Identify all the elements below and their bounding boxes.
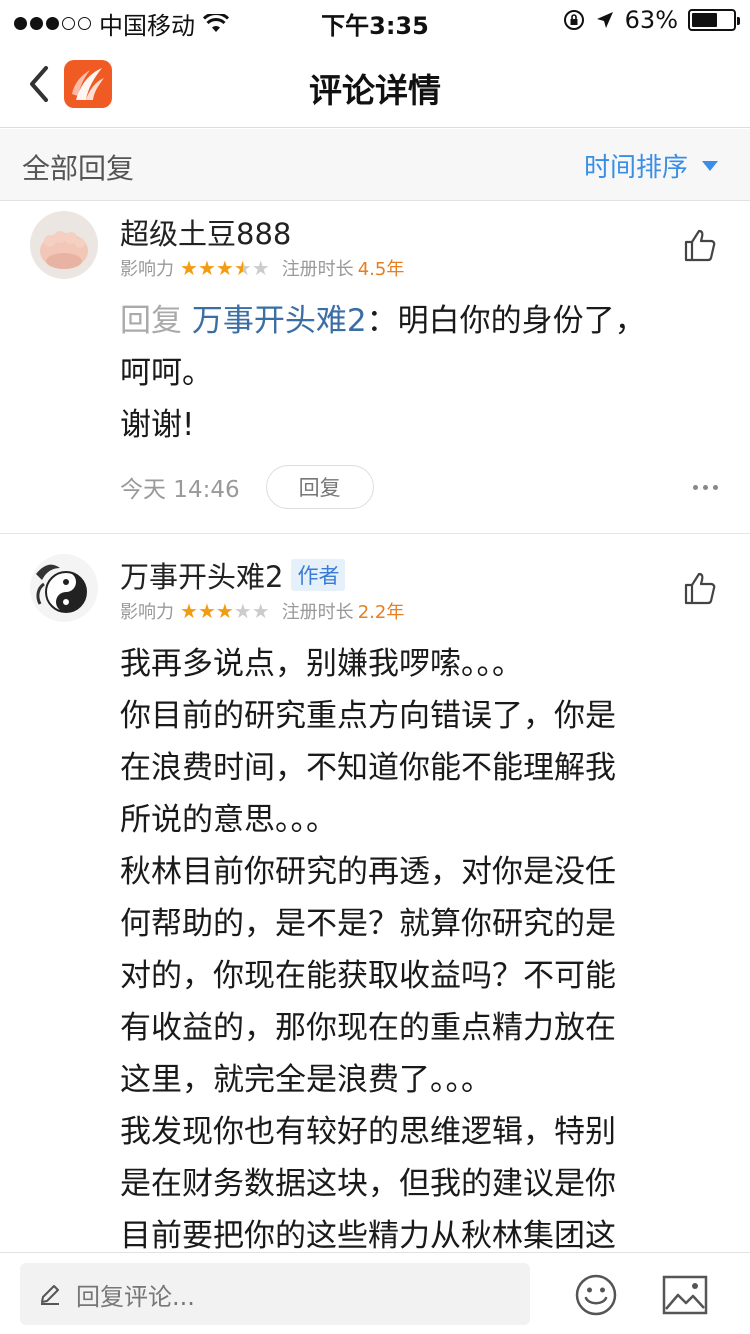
comment-line: 这里，就完全是浪费了。。。 xyxy=(120,1062,492,1098)
star-icon: ★ xyxy=(251,599,270,623)
username-text: 超级土豆888 xyxy=(120,217,292,251)
section-header: 全部回复 时间排序 xyxy=(0,129,750,201)
sort-dropdown[interactable]: 时间排序 xyxy=(584,147,718,184)
battery-icon xyxy=(688,9,740,31)
reg-label: 注册时长 xyxy=(281,602,354,623)
avatar[interactable] xyxy=(30,554,98,622)
star-icon: ★ xyxy=(251,256,270,280)
more-options-icon[interactable] xyxy=(693,485,718,490)
bottom-bar: 回复评论... xyxy=(0,1252,750,1334)
reg-value: 2.2年 xyxy=(357,602,405,623)
star-icon: ★ xyxy=(197,599,216,623)
comment-line: 你目前的研究重点方向错误了，你是 xyxy=(120,698,616,734)
comment-line: 我再多说点，别嫌我啰嗦。。。 xyxy=(120,646,523,682)
status-bar: 中国移动 下午3:35 63% xyxy=(0,0,750,40)
reply-separator: ： xyxy=(366,303,398,339)
thumbs-up-icon[interactable] xyxy=(682,570,718,606)
influence-stars: ★ ★ ★ ★ ★ xyxy=(180,601,270,621)
star-icon: ★ xyxy=(215,256,234,280)
battery-fill xyxy=(692,13,718,27)
comment-line: 目前要把你的这些精力从秋林集团这 xyxy=(120,1218,616,1252)
thumbs-up-icon[interactable] xyxy=(682,227,718,263)
comment-text: 明白你的身份了， xyxy=(397,303,646,339)
comment-line: 呵呵。 xyxy=(120,355,213,391)
avatar[interactable] xyxy=(30,211,98,279)
comment-line: 何帮助的，是不是？就算你研究的是 xyxy=(120,906,616,942)
comment-item: 万事开头难2 作者 影响力 ★ ★ ★ ★ ★ 注册时长 2.2年 我再多说点，别嫌我啰… xyxy=(0,534,750,1252)
user-meta: 影响力 ★ ★ ★ ★ ★ 注册时长 4.5年 xyxy=(120,255,404,281)
reply-target-link[interactable]: 万事开头难2 xyxy=(192,303,367,339)
comment-line: 我发现你也有较好的思维逻辑，特别 xyxy=(120,1114,616,1150)
star-icon: ★ xyxy=(197,256,216,280)
star-icon: ★ xyxy=(180,599,198,623)
battery-percent: 63% xyxy=(624,6,678,34)
influence-label: 影响力 xyxy=(120,259,174,280)
author-badge: 作者 xyxy=(291,559,346,591)
star-icon: ★ xyxy=(233,256,252,280)
influence-stars: ★ ★ ★ ★ ★ xyxy=(180,258,270,278)
comment-footer: 今天 14:46 回复 xyxy=(120,465,374,509)
reply-placeholder: 回复评论... xyxy=(76,1282,195,1311)
reg-label: 注册时长 xyxy=(281,259,354,280)
comment-line: 在浪费时间，不知道你能不能理解我 xyxy=(120,750,616,786)
comment-line: 对的，你现在能获取收益吗？不可能 xyxy=(120,958,616,994)
emoji-icon[interactable] xyxy=(574,1273,618,1317)
comment-line: 是在财务数据这块，但我的建议是你 xyxy=(120,1166,616,1202)
section-title: 全部回复 xyxy=(22,152,135,185)
rotation-lock-icon xyxy=(563,10,584,30)
comment-line: 所说的意思。。。 xyxy=(120,802,337,838)
reply-button[interactable]: 回复 xyxy=(265,465,374,509)
reg-value: 4.5年 xyxy=(357,259,405,280)
user-meta: 影响力 ★ ★ ★ ★ ★ 注册时长 2.2年 xyxy=(120,598,404,624)
nav-bar: 评论详情 xyxy=(0,40,750,128)
username-text: 万事开头难2 xyxy=(120,560,284,594)
comment-content: 回复 万事开头难2：明白你的身份了， 呵呵。 谢谢! xyxy=(120,295,700,451)
comment-line: 有收益的，那你现在的重点精力放在 xyxy=(120,1010,616,1046)
reply-comment-input[interactable]: 回复评论... xyxy=(20,1263,530,1325)
chevron-down-icon xyxy=(702,160,718,171)
comment-line: 秋林目前你研究的再透，对你是没任 xyxy=(120,854,616,890)
comment-timestamp: 今天 14:46 xyxy=(120,477,240,503)
location-arrow-icon xyxy=(596,12,613,28)
star-icon: ★ xyxy=(180,256,198,280)
image-icon[interactable] xyxy=(662,1275,708,1315)
username[interactable]: 超级土豆888 xyxy=(120,211,291,253)
star-icon: ★ xyxy=(233,599,252,623)
influence-label: 影响力 xyxy=(120,602,174,623)
comment-line: 谢谢! xyxy=(120,407,195,443)
comment-content: 我再多说点，别嫌我啰嗦。。。 你目前的研究重点方向错误了，你是 在浪费时间，不知… xyxy=(120,638,700,1252)
star-icon: ★ xyxy=(215,599,234,623)
page-title: 评论详情 xyxy=(309,71,441,110)
comment-line: 回复 万事开头难2：明白你的身份了， xyxy=(120,295,700,347)
edit-icon xyxy=(41,1285,59,1305)
comment-item: 超级土豆888 影响力 ★ ★ ★ ★ ★ 注册时长 4.5年 回复 万事开头难2：明白… xyxy=(0,201,750,533)
sort-label: 时间排序 xyxy=(583,153,688,183)
username[interactable]: 万事开头难2 作者 xyxy=(120,554,346,596)
reply-prefix: 回复 xyxy=(120,303,182,339)
